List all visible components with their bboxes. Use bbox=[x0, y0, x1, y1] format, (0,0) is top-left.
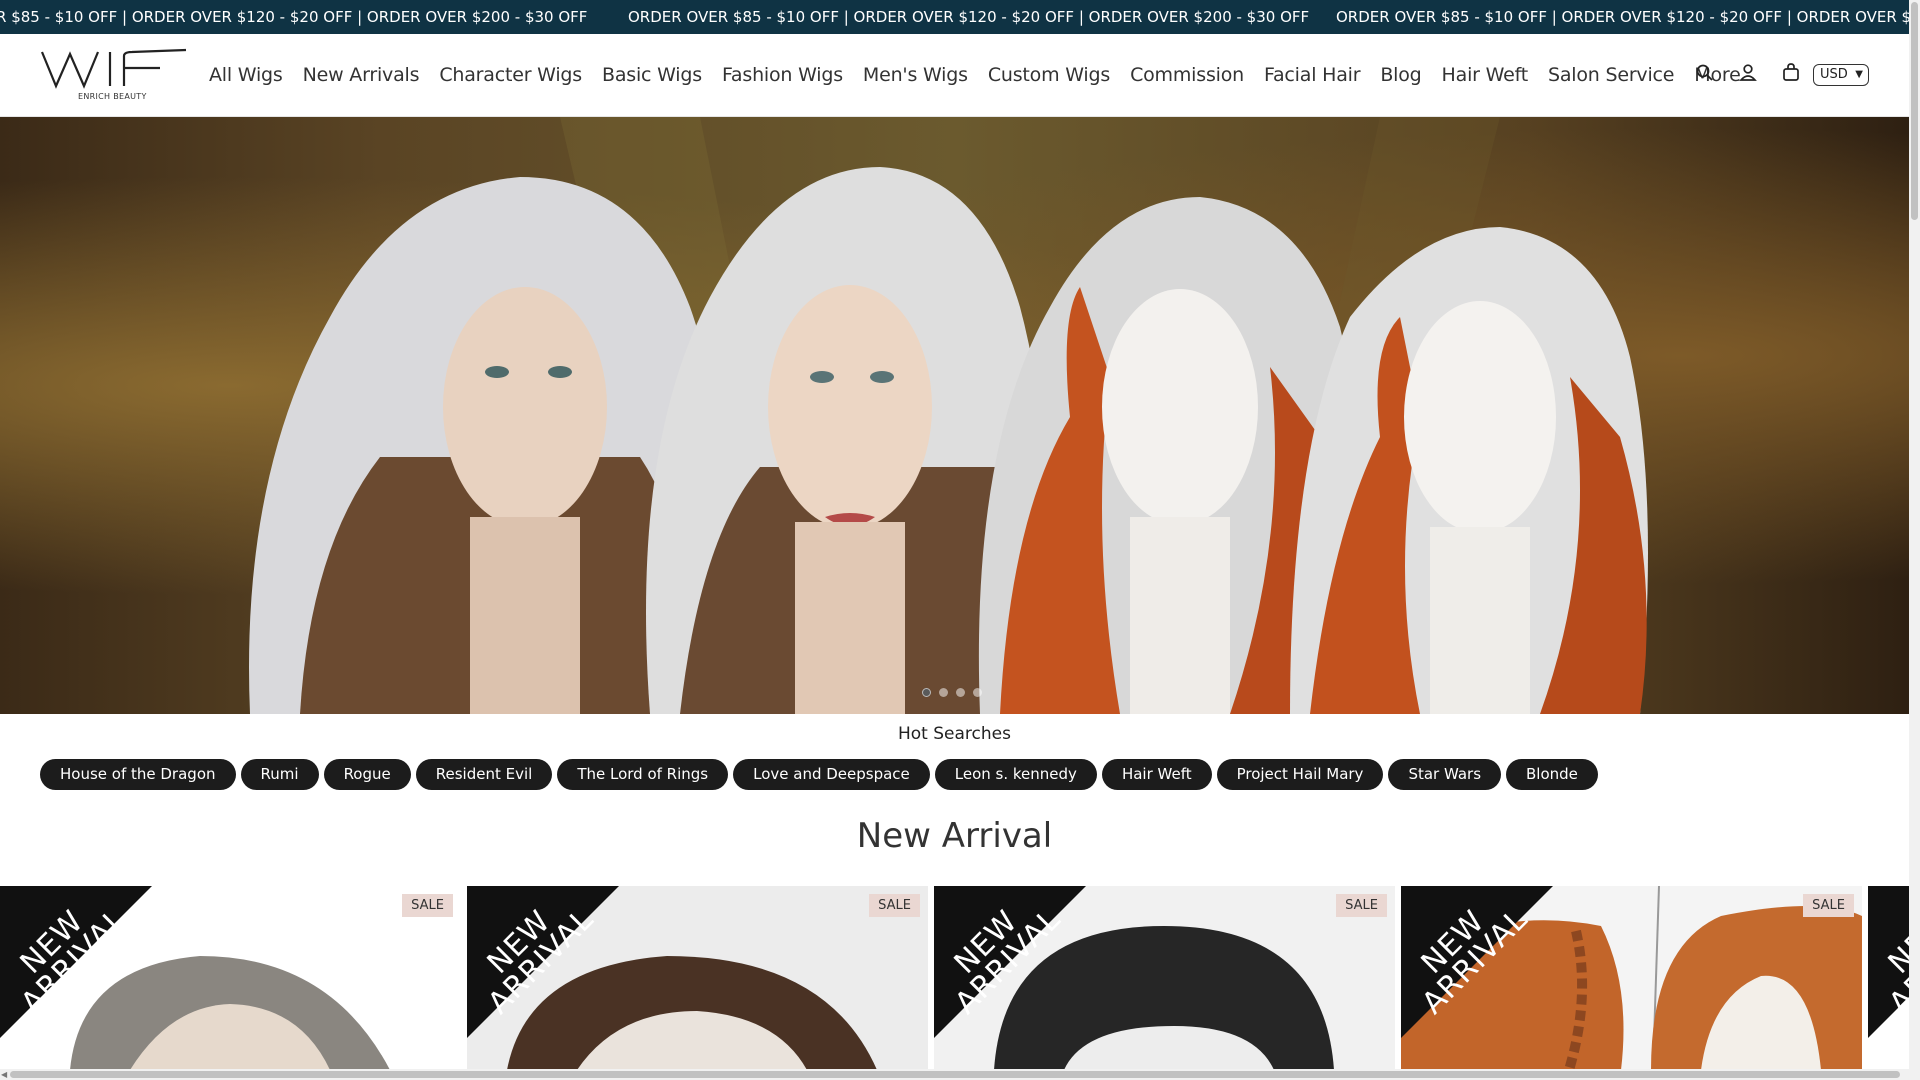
main-nav: All Wigs New Arrivals Character Wigs Bas… bbox=[209, 34, 1761, 116]
scrollbar-thumb[interactable] bbox=[10, 1071, 1900, 1078]
section-title: New Arrival bbox=[856, 816, 1053, 856]
nav-basic-wigs[interactable]: Basic Wigs bbox=[602, 64, 702, 86]
hot-search-chip[interactable]: Rogue bbox=[323, 759, 411, 790]
announcement-bar: R $85 - $10 OFF | ORDER OVER $120 - $20 … bbox=[0, 0, 1909, 34]
nav-facial-hair[interactable]: Facial Hair bbox=[1264, 64, 1361, 86]
vertical-scrollbar[interactable] bbox=[1909, 0, 1920, 1080]
logo-mark bbox=[40, 48, 187, 89]
carousel-dot[interactable] bbox=[973, 688, 982, 697]
nav-fashion-wigs[interactable]: Fashion Wigs bbox=[722, 64, 843, 86]
nav-mens-wigs[interactable]: Men's Wigs bbox=[863, 64, 968, 86]
product-card[interactable]: NEW ARRIVAL SALE bbox=[467, 886, 928, 1070]
product-card[interactable]: NEW ARRIVAL SALE bbox=[1401, 886, 1862, 1070]
announcement-message: ORDER OVER $85 - $10 OFF | ORDER OVER $1… bbox=[1336, 8, 1909, 26]
hero-banner[interactable] bbox=[0, 117, 1909, 714]
hot-searches-title: Hot Searches bbox=[898, 724, 1011, 744]
announcement-message: ORDER OVER $85 - $10 OFF | ORDER OVER $1… bbox=[628, 8, 1310, 26]
currency-select[interactable]: USD ▼ bbox=[1813, 64, 1869, 86]
product-card[interactable]: NEW ARRIVAL SALE bbox=[0, 886, 461, 1070]
carousel-dot[interactable] bbox=[956, 688, 965, 697]
logo-tagline: ENRICH BEAUTY bbox=[78, 92, 147, 101]
currency-value: USD bbox=[1820, 67, 1848, 82]
nav-blog[interactable]: Blog bbox=[1380, 64, 1421, 86]
horizontal-scrollbar[interactable]: ◀ bbox=[0, 1069, 1909, 1080]
sale-badge: SALE bbox=[869, 894, 920, 917]
cart-icon[interactable] bbox=[1779, 61, 1803, 85]
hot-search-chip[interactable]: The Lord of Rings bbox=[557, 759, 729, 790]
carousel-dot[interactable] bbox=[939, 688, 948, 697]
nav-new-arrivals[interactable]: New Arrivals bbox=[303, 64, 420, 86]
chevron-down-icon: ▼ bbox=[1855, 69, 1863, 80]
scroll-left-icon[interactable]: ◀ bbox=[1, 1069, 7, 1080]
nav-all-wigs[interactable]: All Wigs bbox=[209, 64, 283, 86]
site-header: ENRICH BEAUTY All Wigs New Arrivals Char… bbox=[0, 34, 1909, 117]
sale-badge: SALE bbox=[1336, 894, 1387, 917]
hot-search-chip[interactable]: Rumi bbox=[240, 759, 319, 790]
hot-search-chip[interactable]: Blonde bbox=[1506, 759, 1598, 790]
scrollbar-thumb[interactable] bbox=[1911, 2, 1918, 220]
nav-hair-weft[interactable]: Hair Weft bbox=[1442, 64, 1529, 86]
hero-image bbox=[249, 117, 1648, 714]
hot-search-chip[interactable]: Love and Deepspace bbox=[733, 759, 930, 790]
hot-search-chip[interactable]: Project Hail Mary bbox=[1216, 759, 1384, 790]
sale-badge: SALE bbox=[1803, 894, 1854, 917]
hot-search-chip[interactable]: House of the Dragon bbox=[40, 759, 236, 790]
product-carousel: NEW ARRIVAL SALE NEW ARRIVAL SALE NEW ARRIV… bbox=[0, 886, 1909, 1070]
announcement-message: R $85 - $10 OFF | ORDER OVER $120 - $20 … bbox=[0, 8, 588, 26]
nav-salon-service[interactable]: Salon Service bbox=[1548, 64, 1675, 86]
hot-search-chip[interactable]: Star Wars bbox=[1388, 759, 1502, 790]
hot-search-chip[interactable]: Resident Evil bbox=[415, 759, 553, 790]
page: R $85 - $10 OFF | ORDER OVER $120 - $20 … bbox=[0, 0, 1909, 1080]
hot-search-chip[interactable]: Leon s. kennedy bbox=[934, 759, 1097, 790]
account-icon[interactable] bbox=[1736, 61, 1760, 85]
product-card[interactable]: NEW ARRIVAL SALE bbox=[934, 886, 1395, 1070]
carousel-dots bbox=[922, 688, 982, 697]
nav-commission[interactable]: Commission bbox=[1130, 64, 1244, 86]
carousel-dot[interactable] bbox=[922, 688, 931, 697]
sale-badge: SALE bbox=[402, 894, 453, 917]
product-card[interactable]: NEW ARRIVAL bbox=[1868, 886, 1909, 1070]
hot-search-chip[interactable]: Hair Weft bbox=[1101, 759, 1212, 790]
nav-custom-wigs[interactable]: Custom Wigs bbox=[988, 64, 1110, 86]
search-icon[interactable] bbox=[1693, 61, 1717, 85]
hot-searches-list: House of the Dragon Rumi Rogue Resident … bbox=[40, 759, 1598, 790]
nav-character-wigs[interactable]: Character Wigs bbox=[439, 64, 582, 86]
logo[interactable]: ENRICH BEAUTY bbox=[40, 46, 190, 106]
